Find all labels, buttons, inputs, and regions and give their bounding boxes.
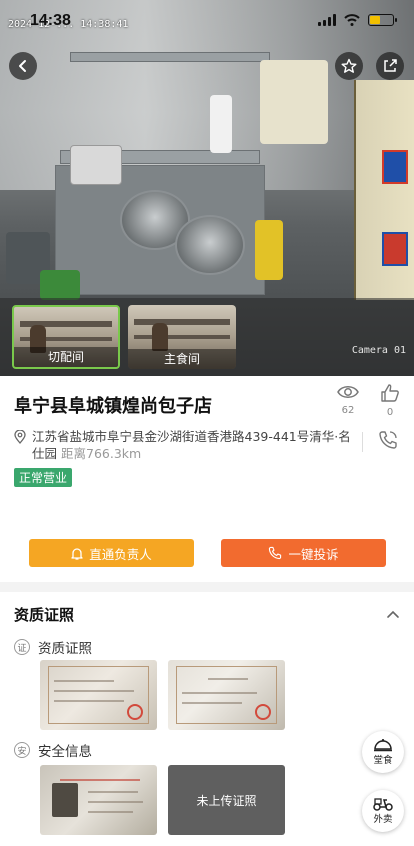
- wifi-icon: [344, 14, 360, 26]
- phone-icon: [269, 546, 282, 560]
- camera-scene-bottle: [210, 95, 232, 153]
- certificate-photo: [52, 783, 78, 817]
- location-pin-icon: [14, 430, 26, 444]
- share-button[interactable]: [376, 52, 404, 80]
- takeout-label: 外卖: [373, 814, 393, 825]
- eye-icon: [337, 386, 359, 398]
- document-line: [208, 678, 248, 680]
- safety-subheader-label: 安全信息: [38, 744, 92, 760]
- call-button[interactable]: [378, 430, 398, 454]
- share-icon: [384, 59, 397, 72]
- status-icons: [318, 14, 397, 26]
- not-uploaded-label: 未上传证照: [196, 793, 257, 808]
- camera-scene-yellow-gloves: [255, 220, 283, 280]
- views-count: 62: [341, 405, 355, 416]
- camera-watermark: Camera 01: [351, 345, 406, 356]
- camera-scene-green-bin: [40, 270, 80, 300]
- document-line: [54, 690, 134, 692]
- document-line: [88, 791, 138, 793]
- thumb-scene: [134, 335, 230, 339]
- views-stat: 62: [333, 384, 363, 416]
- camera-view-label: 主食间: [128, 349, 236, 369]
- document-line: [60, 779, 140, 781]
- phone-icon: [379, 431, 397, 449]
- camera-scene-poster: [382, 150, 408, 184]
- not-uploaded-placeholder[interactable]: 未上传证照: [168, 765, 285, 835]
- chevron-up-icon: [387, 610, 399, 618]
- thumb-scene: [134, 319, 230, 325]
- contact-manager-label: 直通负责人: [89, 546, 152, 562]
- star-icon: [341, 58, 357, 73]
- camera-scene-basket: [70, 145, 122, 185]
- status-time: 14:38: [30, 12, 71, 29]
- official-seal: [255, 704, 271, 720]
- camera-view-thumb-staple-room[interactable]: 主食间: [128, 305, 236, 369]
- document-line: [182, 692, 257, 694]
- license-subheader: 证 资质证照: [14, 637, 92, 657]
- business-status-badge: 正常营业: [14, 468, 73, 487]
- bell-icon: [71, 547, 83, 560]
- like-button[interactable]: 0: [375, 384, 405, 418]
- complain-button[interactable]: 一键投诉: [221, 539, 386, 567]
- battery-icon: [368, 14, 397, 26]
- likes-count: 0: [386, 407, 394, 418]
- store-info-card: 阜宁县阜城镇煌尚包子店 62 0 江苏省盐城市阜宁县金沙湖街道香港路439-44…: [0, 376, 414, 582]
- camera-view-label: 切配间: [14, 347, 118, 367]
- safety-icon: 安: [14, 742, 30, 758]
- scooter-icon: [373, 798, 393, 811]
- divider: [362, 432, 363, 452]
- business-license-thumbnail[interactable]: [168, 660, 285, 730]
- thumb-scene-person: [152, 323, 168, 351]
- complain-label: 一键投诉: [288, 546, 339, 562]
- camera-scene-shelf: [70, 52, 270, 62]
- qualification-title: 资质证照: [14, 606, 75, 624]
- health-certificate-thumbnail[interactable]: [40, 765, 157, 835]
- license-subheader-label: 资质证照: [38, 641, 92, 657]
- document-line: [88, 801, 143, 803]
- distance-text: 距离766.3km: [61, 446, 142, 461]
- contact-manager-button[interactable]: 直通负责人: [29, 539, 194, 567]
- store-address: 江苏省盐城市阜宁县金沙湖街道香港路439-441号清华·名仕园 距离766.3km: [14, 428, 354, 462]
- camera-scene-bags: [260, 60, 328, 144]
- certificate-icon: 证: [14, 639, 30, 655]
- camera-scene-sink-right: [175, 215, 245, 275]
- food-license-thumbnail[interactable]: [40, 660, 157, 730]
- dine-in-label: 堂食: [373, 755, 393, 766]
- favorite-button[interactable]: [335, 52, 363, 80]
- document-line: [54, 680, 114, 682]
- takeout-button[interactable]: 外卖: [362, 790, 404, 832]
- chevron-left-icon: [19, 60, 26, 72]
- collapse-button[interactable]: [386, 604, 400, 623]
- camera-scene-poster: [382, 232, 408, 266]
- cloche-icon: [374, 739, 392, 752]
- document-line: [54, 700, 124, 702]
- dine-in-button[interactable]: 堂食: [362, 731, 404, 773]
- safety-subheader: 安 安全信息: [14, 740, 92, 760]
- thumbs-up-icon: [381, 384, 399, 402]
- camera-view-thumb-cutting-room[interactable]: 切配间: [12, 305, 120, 369]
- qualification-section: 资质证照 证 资质证照 安 安全信息 未上传证照: [0, 592, 414, 846]
- back-button[interactable]: [9, 52, 37, 80]
- camera-scene-door: [354, 80, 414, 300]
- document-line: [182, 702, 242, 704]
- official-seal: [127, 704, 143, 720]
- signal-icon: [318, 14, 336, 26]
- document-line: [88, 811, 133, 813]
- store-name: 阜宁县阜城镇煌尚包子店: [14, 396, 212, 417]
